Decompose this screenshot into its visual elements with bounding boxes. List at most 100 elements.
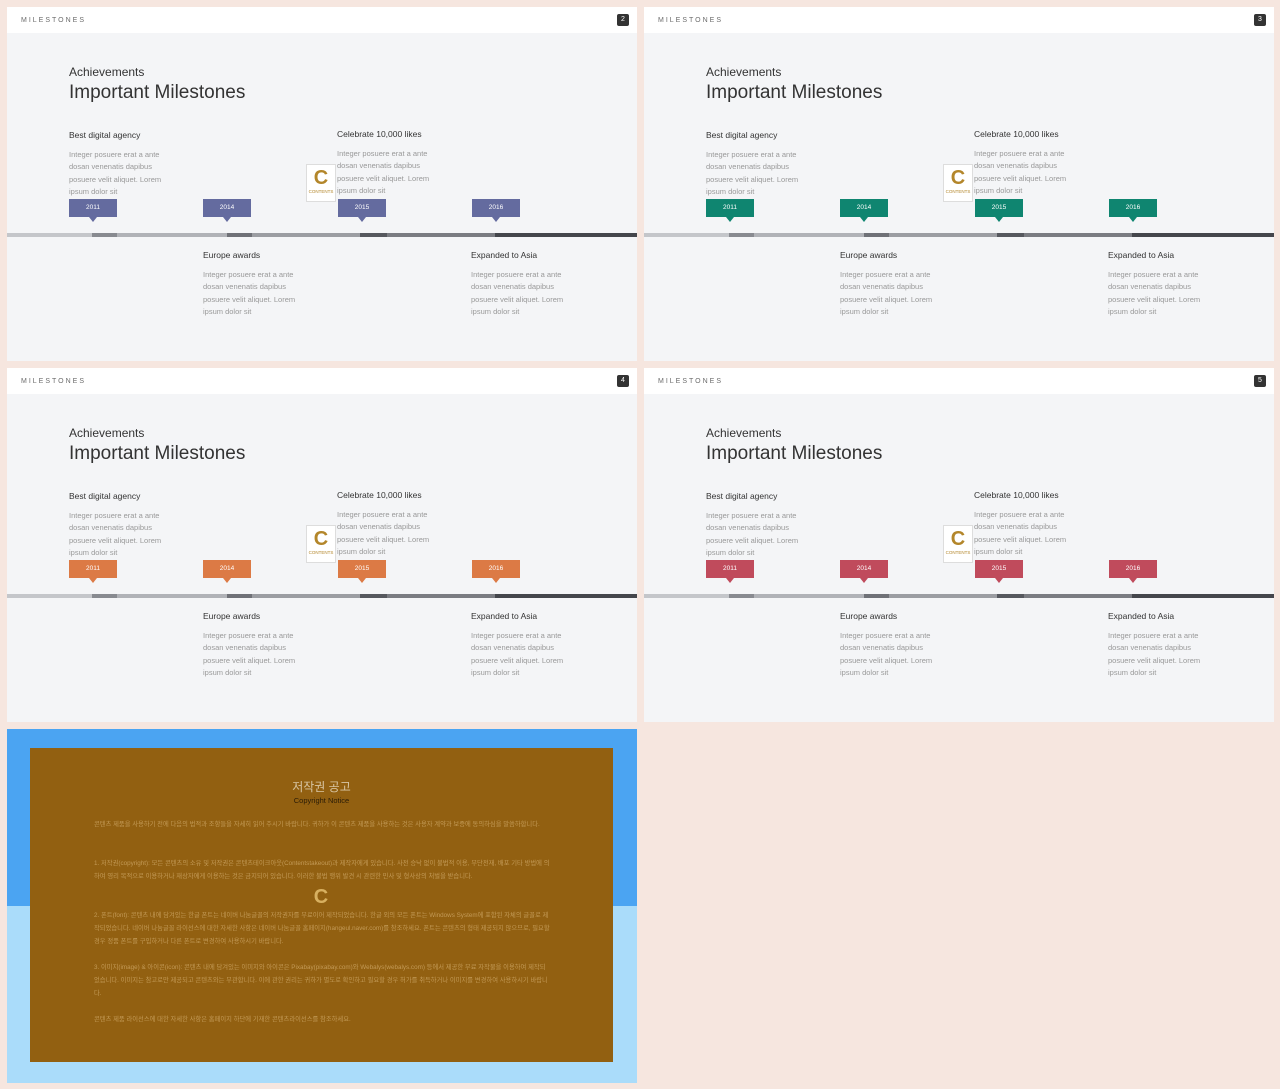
notice-title: 저작권 공고	[292, 780, 351, 794]
section-label: MILESTONES	[21, 378, 86, 385]
timeline-bar	[7, 594, 637, 598]
copyright-notice-slide[interactable]: 저작권 공고 Copyright Notice 콘텐츠 제품을 사용하기 전에 …	[7, 729, 637, 1083]
milestone-expanded-asia: Expanded to Asia Integer posuere erat a …	[1108, 611, 1218, 680]
milestone-body: Integer posuere erat a ante dosan venena…	[203, 270, 296, 317]
milestone-heading: Expanded to Asia	[1108, 250, 1175, 260]
timeline-bar	[7, 233, 637, 237]
year-tag-2011: 2011	[706, 199, 754, 222]
slide-title: Important Milestones	[706, 82, 883, 103]
slide-subtitle: Achievements	[69, 65, 145, 79]
logo-text: CONTENTS	[945, 189, 971, 194]
milestone-body: Integer posuere erat a ante dosan venena…	[974, 510, 1067, 557]
milestone-best-digital-agency: Best digital agency Integer posuere erat…	[69, 491, 179, 560]
milestone-europe-awards: Europe awards Integer posuere erat a ant…	[203, 611, 313, 680]
contents-logo: C CONTENTS	[306, 164, 336, 202]
milestone-body: Integer posuere erat a ante dosan venena…	[471, 270, 564, 317]
notice-panel: 저작권 공고 Copyright Notice 콘텐츠 제품을 사용하기 전에 …	[30, 748, 613, 1062]
milestone-body: Integer posuere erat a ante dosan venena…	[337, 510, 430, 557]
year-tag-2014: 2014	[203, 560, 251, 583]
slide-title: Important Milestones	[69, 443, 246, 464]
slide-number: 5	[1254, 375, 1266, 387]
slide-header	[644, 7, 1274, 33]
slide-header	[7, 7, 637, 33]
slide-number: 2	[617, 14, 629, 26]
notice-paragraph-image: 3. 이미지(image) & 아이콘(icon): 콘텐츠 내에 담겨있는 이…	[94, 964, 548, 997]
section-label: MILESTONES	[658, 378, 723, 385]
logo-text: CONTENTS	[945, 550, 971, 555]
logo-letter: C	[950, 528, 966, 550]
year-tag-2015: 2015	[975, 560, 1023, 583]
milestone-celebrate-likes: Celebrate 10,000 likes Integer posuere e…	[974, 129, 1084, 198]
slide-subtitle: Achievements	[69, 426, 145, 440]
milestone-heading: Celebrate 10,000 likes	[974, 490, 1059, 500]
milestone-body: Integer posuere erat a ante dosan venena…	[1108, 631, 1201, 678]
contents-logo: C CONTENTS	[943, 525, 973, 563]
milestone-best-digital-agency: Best digital agency Integer posuere erat…	[706, 491, 816, 560]
slide-2[interactable]: MILESTONES 2 Achievements Important Mile…	[7, 7, 637, 361]
year-tag-2015: 2015	[338, 560, 386, 583]
notice-paragraph-copyright: 1. 저작권(copyright): 모든 콘텐츠의 소유 및 저작권은 콘텐츠…	[94, 860, 550, 880]
milestone-heading: Europe awards	[203, 250, 261, 260]
milestone-expanded-asia: Expanded to Asia Integer posuere erat a …	[471, 611, 581, 680]
milestone-heading: Celebrate 10,000 likes	[337, 490, 422, 500]
milestone-best-digital-agency: Best digital agency Integer posuere erat…	[706, 130, 816, 199]
milestone-body: Integer posuere erat a ante dosan venena…	[471, 631, 564, 678]
slide-subtitle: Achievements	[706, 426, 782, 440]
logo-letter: C	[313, 528, 329, 550]
milestone-europe-awards: Europe awards Integer posuere erat a ant…	[840, 250, 950, 319]
milestone-europe-awards: Europe awards Integer posuere erat a ant…	[203, 250, 313, 319]
milestone-heading: Europe awards	[203, 611, 261, 621]
milestone-heading: Best digital agency	[69, 491, 141, 501]
slide-5[interactable]: MILESTONES 5 Achievements Important Mile…	[644, 368, 1274, 722]
logo-text: CONTENTS	[308, 550, 334, 555]
year-tag-2015: 2015	[338, 199, 386, 222]
slide-4[interactable]: MILESTONES 4 Achievements Important Mile…	[7, 368, 637, 722]
milestone-expanded-asia: Expanded to Asia Integer posuere erat a …	[1108, 250, 1218, 319]
slide-title: Important Milestones	[69, 82, 246, 103]
slide-number: 4	[617, 375, 629, 387]
milestone-body: Integer posuere erat a ante dosan venena…	[840, 270, 933, 317]
year-tag-2014: 2014	[840, 560, 888, 583]
milestone-heading: Europe awards	[840, 611, 898, 621]
timeline-bar	[644, 594, 1274, 598]
milestone-europe-awards: Europe awards Integer posuere erat a ant…	[840, 611, 950, 680]
section-label: MILESTONES	[21, 17, 86, 24]
slide-subtitle: Achievements	[706, 65, 782, 79]
milestone-body: Integer posuere erat a ante dosan venena…	[69, 511, 162, 558]
section-label: MILESTONES	[658, 17, 723, 24]
logo-text: CONTENTS	[308, 189, 334, 194]
year-tag-2016: 2016	[1109, 560, 1157, 583]
milestone-expanded-asia: Expanded to Asia Integer posuere erat a …	[471, 250, 581, 319]
milestone-heading: Expanded to Asia	[471, 611, 538, 621]
year-tag-2016: 2016	[1109, 199, 1157, 222]
milestone-celebrate-likes: Celebrate 10,000 likes Integer posuere e…	[974, 490, 1084, 559]
year-tag-2011: 2011	[706, 560, 754, 583]
slide-3[interactable]: MILESTONES 3 Achievements Important Mile…	[644, 7, 1274, 361]
milestone-heading: Best digital agency	[706, 130, 778, 140]
milestone-body: Integer posuere erat a ante dosan venena…	[840, 631, 933, 678]
timeline-bar	[644, 233, 1274, 237]
milestone-celebrate-likes: Celebrate 10,000 likes Integer posuere e…	[337, 490, 447, 559]
notice-paragraph-license: 콘텐츠 제품 라이선스에 대한 자세한 사항은 홈페이지 하단에 기재한 콘텐츠…	[94, 1016, 351, 1023]
year-tag-2011: 2011	[69, 199, 117, 222]
milestone-heading: Europe awards	[840, 250, 898, 260]
year-tag-2016: 2016	[472, 560, 520, 583]
milestone-body: Integer posuere erat a ante dosan venena…	[337, 149, 430, 196]
milestone-heading: Best digital agency	[706, 491, 778, 501]
year-tag-2014: 2014	[840, 199, 888, 222]
notice-subtitle: Copyright Notice	[293, 796, 350, 805]
milestone-best-digital-agency: Best digital agency Integer posuere erat…	[69, 130, 179, 199]
contents-logo: C CONTENTS	[306, 525, 336, 563]
milestone-body: Integer posuere erat a ante dosan venena…	[706, 150, 799, 197]
milestone-body: Integer posuere erat a ante dosan venena…	[203, 631, 296, 678]
slide-header	[644, 368, 1274, 394]
year-tag-2016: 2016	[472, 199, 520, 222]
contents-logo: C CONTENTS	[943, 164, 973, 202]
notice-paragraph-font: 2. 폰트(font): 콘텐츠 내에 담겨있는 한글 폰트는 네이버 나눔글꼴…	[94, 912, 550, 945]
milestone-body: Integer posuere erat a ante dosan venena…	[706, 511, 799, 558]
milestone-heading: Celebrate 10,000 likes	[337, 129, 422, 139]
milestone-heading: Expanded to Asia	[471, 250, 538, 260]
slide-header	[7, 368, 637, 394]
year-tag-2014: 2014	[203, 199, 251, 222]
milestone-heading: Expanded to Asia	[1108, 611, 1175, 621]
